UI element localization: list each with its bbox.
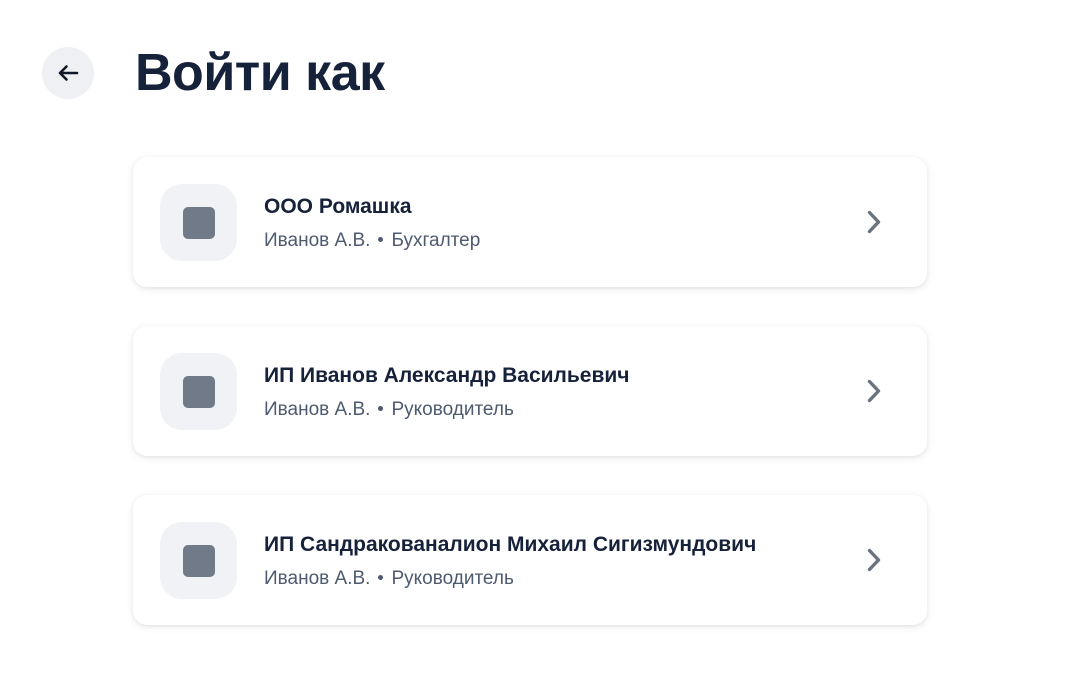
chevron-right-icon [859,207,889,237]
account-role: Руководитель [391,568,514,589]
account-name: ООО Ромашка [264,195,412,218]
separator-dot [378,575,384,581]
account-name: ИП Иванов Александр Васильевич [264,364,630,387]
account-card[interactable]: ИП Сандракованалион Михаил Сигизмундович… [133,495,927,625]
account-person: Иванов А.В. [264,568,371,589]
account-info: ИП Сандракованалион Михаил Сигизмундович… [264,531,824,591]
separator-dot [378,406,384,412]
account-role: Бухгалтер [391,230,481,251]
account-card[interactable]: ИП Иванов Александр Васильевич Иванов А.… [133,326,927,456]
account-info: ИП Иванов Александр Васильевич Иванов А.… [264,362,824,422]
account-details: Иванов А.В. Руководитель [264,398,824,422]
company-avatar [160,184,237,261]
account-info: ООО Ромашка Иванов А.В. Бухгалтер [264,193,824,253]
separator-dot [378,237,384,243]
account-role: Руководитель [391,399,514,420]
account-details: Иванов А.В. Руководитель [264,567,824,591]
account-person: Иванов А.В. [264,230,371,251]
company-avatar [160,353,237,430]
company-placeholder-icon [182,206,215,239]
account-person: Иванов А.В. [264,399,371,420]
account-list: ООО Ромашка Иванов А.В. Бухгалтер ИП Иван… [133,157,927,664]
company-avatar [160,522,237,599]
account-card[interactable]: ООО Ромашка Иванов А.В. Бухгалтер [133,157,927,287]
chevron-right-icon [859,545,889,575]
chevron-right-icon [859,376,889,406]
company-placeholder-icon [182,375,215,408]
account-details: Иванов А.В. Бухгалтер [264,229,824,253]
back-button[interactable] [42,47,94,99]
arrow-left-icon [55,60,81,86]
company-placeholder-icon [182,544,215,577]
page-title: Войти как [135,44,385,102]
login-as-page: Войти как ООО Ромашка Иванов А.В. Бухгалт… [0,0,1070,692]
account-name: ИП Сандракованалион Михаил Сигизмундович [264,533,757,556]
